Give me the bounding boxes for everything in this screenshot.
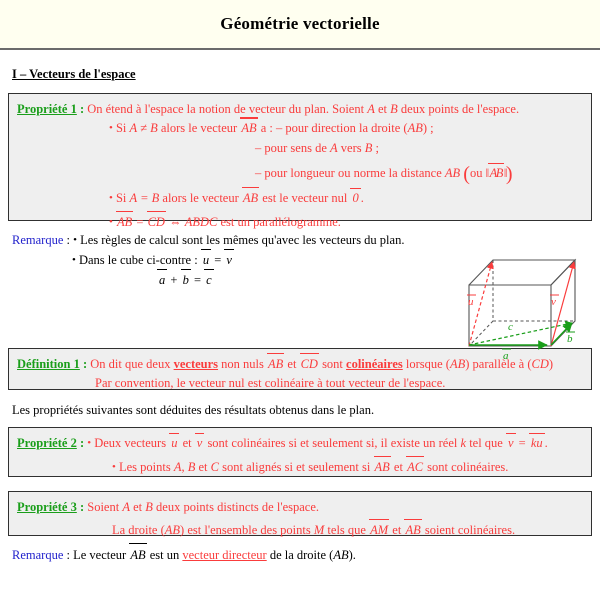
vector-CD: CD: [146, 210, 167, 232]
remarque-1-line-1: Remarque : • Les règles de calcul sont l…: [12, 233, 405, 247]
cube-svg: u v a b c: [467, 258, 577, 362]
propriete-3-label: Propriété 3: [17, 499, 77, 514]
vector-AB-eq: AB: [115, 210, 134, 232]
propriete-1-bullet-1: • Si A ≠ B alors le vecteur AB a : – pou…: [17, 117, 583, 138]
propriete-2-label: Propriété 2: [17, 435, 77, 450]
cube-label-c: c: [508, 321, 513, 333]
propriete-3-line-1: Propriété 3 : Soient A et B deux points …: [17, 499, 319, 514]
section-heading-i: I – Vecteurs de l'espace: [12, 67, 136, 81]
keyword-vecteurs: vecteurs: [173, 357, 219, 371]
vector-v-p2: v: [194, 432, 205, 453]
vector-v-eq: v: [224, 249, 234, 270]
cube-label-u: u: [468, 296, 474, 308]
vector-CD-def: CD: [299, 352, 320, 374]
definition-1-label: Définition 1: [17, 357, 80, 371]
propriete-3-line-2: La droite (AB) est l'ensemble des points…: [17, 517, 583, 540]
vector-v-result: v: [505, 432, 516, 453]
definition-1-line-2: Par convention, le vecteur nul est colin…: [95, 376, 446, 391]
vector-AB-def: AB: [267, 352, 285, 374]
remarque-1-label: Remarque: [12, 233, 64, 247]
vector-c-sum: c: [204, 269, 214, 290]
vector-AC-p2: AC: [406, 456, 425, 477]
vector-b-sum: b: [180, 269, 192, 290]
cube-label-b: b: [567, 333, 573, 345]
keyword-colineaires: colinéaires: [346, 357, 403, 371]
vector-AB-remark: AB: [129, 542, 147, 565]
norm-AB: ‖ AB ‖: [486, 163, 507, 183]
propriete-1-bullet-1-line-2: – pour sens de A vers B ;: [255, 140, 379, 155]
vector-zero: 0: [350, 187, 361, 208]
propriete-1-line-1: Propriété 1 : On étend à l'espace la not…: [17, 102, 520, 116]
remarque-2-label: Remarque: [12, 547, 64, 562]
document-header: Géométrie vectorielle: [0, 0, 600, 50]
vector-a-sum: a: [157, 269, 168, 290]
propriete-2-line-1: Propriété 2 : • Deux vecteurs u et v son…: [17, 432, 583, 453]
vector-AB: AB: [240, 117, 258, 138]
vector-u-eq: u: [200, 249, 212, 270]
vector-u-p2: u: [169, 432, 180, 453]
cube-label-v: v: [551, 296, 556, 308]
vector-ku: ku: [528, 432, 545, 453]
page-title: Géométrie vectorielle: [220, 14, 380, 33]
propriete-1-bullet-3: • AB = CD ⇔ ABDC est un parallélogramme.: [17, 208, 583, 232]
propriete-1-box: Propriété 1 : On étend à l'espace la not…: [8, 93, 592, 229]
cube-label-a: a: [503, 350, 509, 360]
vector-AB-p2: AB: [373, 456, 392, 477]
propriete-2-box: Propriété 2 : • Deux vecteurs u et v son…: [8, 426, 592, 477]
propriete-1-bullet-1-line-3: – pour longueur ou norme la distance AB …: [255, 163, 513, 186]
vector-AM-p3: AM: [369, 519, 390, 540]
vector-AB-p3: AB: [404, 519, 423, 540]
intro-paragraph: Les propriétés suivantes sont déduites d…: [12, 403, 375, 417]
propriete-3-box: Propriété 3 : Soient A et B deux points …: [8, 490, 592, 537]
propriete-1-label: Propriété 1: [17, 102, 77, 116]
propriete-2-line-2: • Les points A, B et C sont alignés si e…: [17, 453, 583, 477]
cube-diagram: u v a b c: [455, 250, 593, 362]
keyword-vecteur-directeur: vecteur directeur: [182, 547, 267, 562]
propriete-1-bullet-2: • Si A = B alors le vecteur AB est le ve…: [17, 184, 583, 208]
remarque-2-block: Remarque : Le vecteur AB est un vecteur …: [12, 542, 592, 565]
vector-AB-null: AB: [241, 186, 260, 208]
